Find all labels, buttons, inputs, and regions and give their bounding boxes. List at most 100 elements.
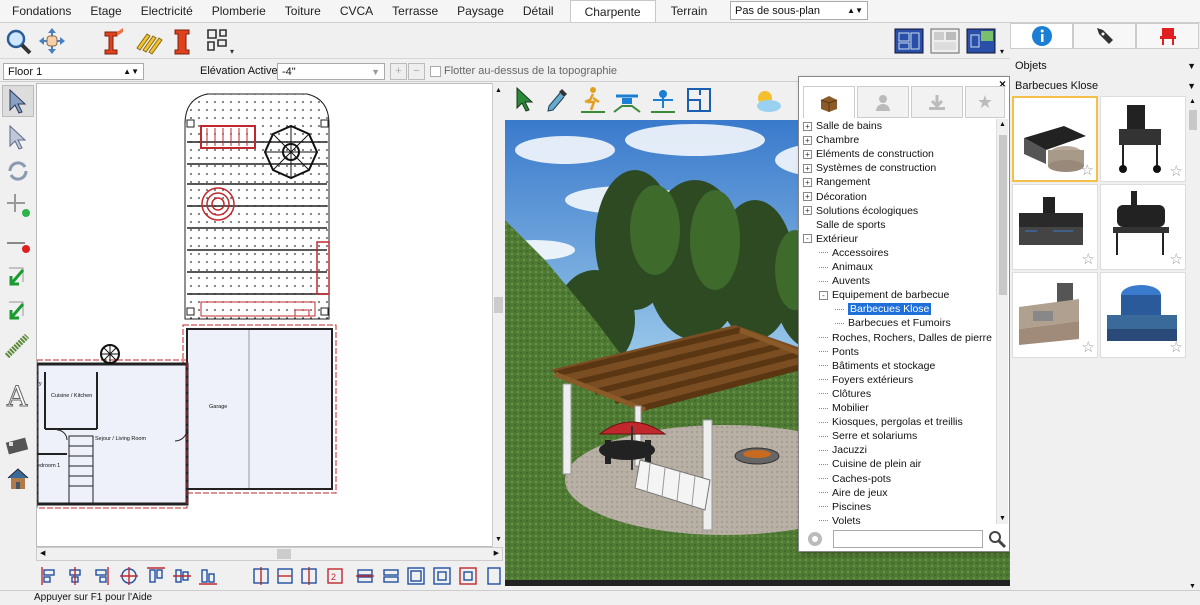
tree-node[interactable]: - Extérieur (803, 232, 858, 246)
tree-node[interactable]: - Equipement de barbecue (819, 288, 949, 302)
library-tab-user[interactable] (857, 86, 909, 118)
info-tab[interactable] (1010, 23, 1073, 49)
increment-button[interactable]: + (390, 63, 407, 80)
tab-paysage[interactable]: Paysage (448, 0, 514, 22)
break-arrow-icon[interactable] (2, 295, 34, 327)
elevation-view-icon[interactable] (964, 25, 998, 57)
tree-node[interactable]: Accessoires (819, 246, 889, 260)
tree-node[interactable]: + Systèmes de construction (803, 161, 936, 175)
expand-icon[interactable]: + (803, 135, 812, 145)
plan-horizontal-scrollbar[interactable]: ◀ ▶ (36, 547, 503, 561)
tab-terrain[interactable]: Terrain (662, 0, 718, 22)
zoom-magnifier-icon[interactable] (2, 25, 34, 57)
drone-camera-icon[interactable] (611, 84, 643, 116)
star-icon[interactable]: ☆ (1170, 338, 1183, 356)
float-topography-checkbox[interactable] (430, 66, 441, 77)
search-icon[interactable] (987, 529, 1007, 552)
star-icon[interactable]: ☆ (1170, 162, 1183, 180)
tree-node[interactable]: Ponts (819, 345, 859, 359)
beam-tool-icon[interactable] (98, 25, 130, 57)
tree-node[interactable]: Mobilier (819, 401, 869, 415)
floor-select[interactable]: Floor 1 ▲▼ (3, 63, 144, 80)
tree-node[interactable]: Auvents (819, 274, 870, 288)
tab-toiture[interactable]: Toiture (276, 0, 331, 22)
scroll-thumb[interactable] (494, 297, 503, 313)
furniture-tab[interactable] (1136, 23, 1199, 49)
thumbnail-item[interactable]: ☆ (1012, 272, 1098, 358)
tab-terrasse[interactable]: Terrasse (383, 0, 448, 22)
tab-plomberie[interactable]: Plomberie (203, 0, 276, 22)
scroll-up-arrow-icon[interactable]: ▲ (999, 121, 1006, 128)
tree-node[interactable]: Caches-pots (819, 472, 891, 486)
star-icon[interactable]: ☆ (1170, 250, 1183, 268)
join-arrow-icon[interactable] (2, 261, 34, 293)
thumbnail-item[interactable]: ☆ (1012, 96, 1098, 182)
tree-node[interactable]: + Chambre (803, 133, 859, 147)
tree-node[interactable]: Animaux (819, 260, 873, 274)
star-icon[interactable]: ☆ (1082, 338, 1095, 356)
pan-hand-icon[interactable] (36, 25, 68, 57)
tab-etage[interactable]: Etage (81, 0, 131, 22)
scroll-thumb[interactable] (1189, 110, 1197, 130)
plan-vertical-scrollbar[interactable]: ▲ ▼ (492, 83, 503, 547)
multi-select-icon[interactable] (2, 121, 34, 153)
walk-through-icon[interactable] (577, 84, 609, 116)
scroll-right-arrow-icon[interactable]: ▶ (494, 549, 499, 557)
library-tab-catalog[interactable] (803, 86, 855, 118)
expand-icon[interactable]: + (803, 206, 812, 216)
tree-node[interactable]: + Décoration (803, 190, 867, 204)
plan-view-icon[interactable] (892, 25, 926, 57)
layout-view-icon[interactable] (928, 25, 962, 57)
add-point-icon[interactable] (2, 189, 34, 221)
objects-select[interactable]: Objets ▼ (1011, 57, 1200, 74)
expand-icon[interactable]: + (803, 192, 812, 201)
scroll-up-arrow-icon[interactable]: ▲ (495, 87, 502, 94)
scroll-down-arrow-icon[interactable]: ▼ (999, 515, 1006, 522)
tree-node[interactable]: + Eléments de construction (803, 147, 934, 161)
thumbnail-item[interactable]: ☆ (1100, 272, 1186, 358)
house-view-icon[interactable] (2, 463, 34, 495)
library-search-input[interactable] (833, 530, 983, 548)
tree-node[interactable]: + Salle de bains (803, 119, 882, 133)
tree-node[interactable]: Aire de jeux (819, 486, 887, 500)
tree-node[interactable]: Salle de sports (803, 218, 885, 232)
tab-cvca[interactable]: CVCA (331, 0, 383, 22)
scroll-down-arrow-icon[interactable]: ▼ (495, 536, 502, 543)
framing-options-icon[interactable]: ▾ (202, 25, 234, 57)
remove-point-icon[interactable] (2, 229, 34, 261)
tree-node[interactable]: Barbecues Klose (835, 302, 932, 316)
scroll-left-arrow-icon[interactable]: ◀ (40, 549, 45, 557)
tree-node[interactable]: Barbecues et Fumoirs (835, 316, 951, 330)
settings-gear-icon[interactable] (805, 529, 825, 552)
joist-tool-icon[interactable] (132, 25, 164, 57)
post-tool-icon[interactable] (166, 25, 198, 57)
plan-view-canvas[interactable]: Cuisine / Kitchen Sejour / Living Room G… (36, 83, 503, 547)
tree-node[interactable]: Clôtures (819, 387, 871, 401)
rotate-icon[interactable] (2, 155, 34, 187)
tab-charpente[interactable]: Charpente (569, 0, 656, 22)
thumbnail-item[interactable]: ☆ (1012, 184, 1098, 270)
tree-node[interactable]: Foyers extérieurs (819, 373, 913, 387)
collapse-icon[interactable]: - (819, 290, 828, 300)
scroll-up-arrow-icon[interactable]: ▲ (1189, 98, 1196, 105)
library-tab-favorites[interactable]: ★ (965, 86, 1005, 118)
pen-tab[interactable] (1073, 23, 1136, 49)
more-views-chevron-icon[interactable]: ▾ (1000, 47, 1004, 56)
select-arrow-icon[interactable] (2, 85, 34, 117)
expand-icon[interactable]: + (803, 121, 812, 131)
expand-icon[interactable]: + (803, 177, 812, 187)
tree-node[interactable]: + Solutions écologiques (803, 204, 918, 218)
tree-node[interactable]: Piscines (819, 500, 871, 514)
tree-node[interactable]: Kiosques, pergolas et treillis (819, 415, 963, 429)
texture-tool-icon[interactable] (2, 331, 34, 363)
tree-node[interactable]: Serre et solariums (819, 429, 917, 443)
collapse-icon[interactable]: - (803, 234, 812, 244)
orbit-camera-icon[interactable] (647, 84, 679, 116)
tab-electricit-[interactable]: Electricité (132, 0, 203, 22)
sun-weather-icon[interactable] (751, 84, 783, 116)
expand-icon[interactable]: + (803, 149, 812, 159)
tree-node[interactable]: Roches, Rochers, Dalles de pierre (819, 331, 992, 345)
tab-d-tail[interactable]: Détail (514, 0, 564, 22)
library-tab-download[interactable] (911, 86, 963, 118)
floor-plan-camera-icon[interactable] (683, 84, 715, 116)
